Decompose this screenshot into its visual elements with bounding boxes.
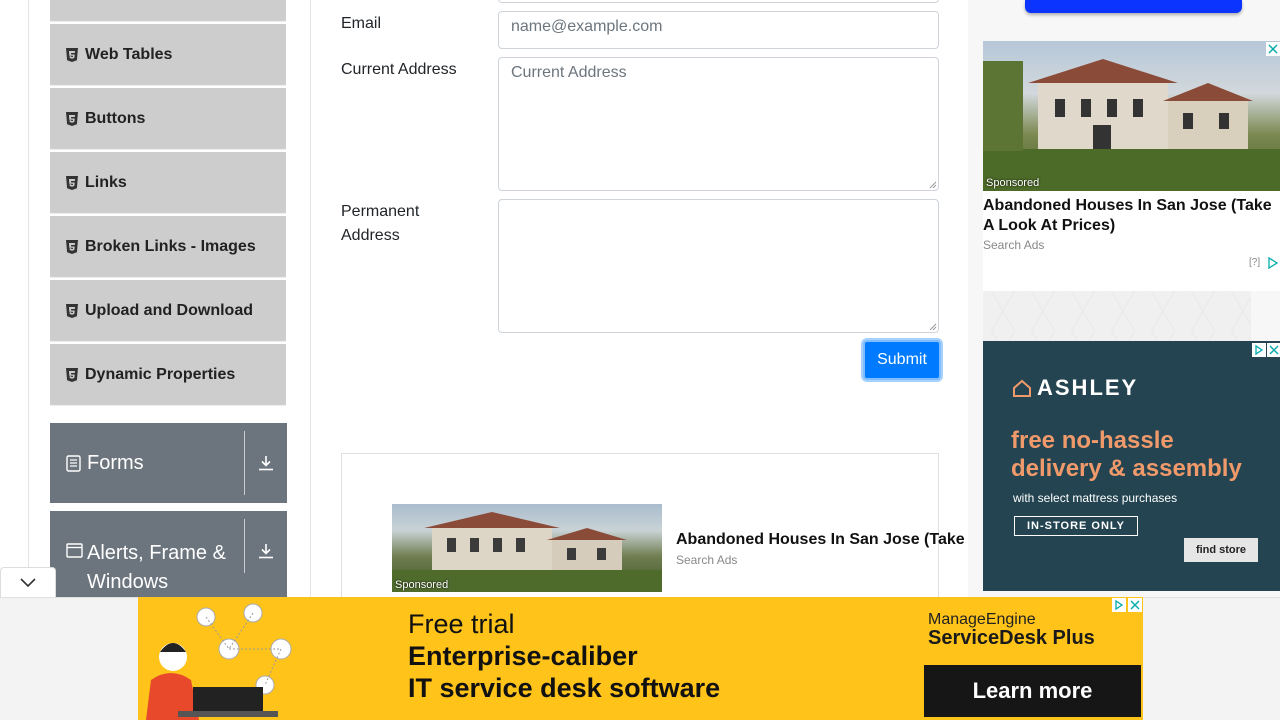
adchoices-icon[interactable]	[1267, 256, 1279, 274]
current-address-label: Current Address	[341, 61, 457, 78]
sponsored-label: Sponsored	[395, 579, 449, 591]
window-icon	[66, 543, 83, 558]
resize-handle-icon[interactable]	[929, 181, 937, 189]
ashley-subtext: with select mattress purchases	[1013, 491, 1178, 505]
sidebar-item-upload-download[interactable]: Upload and Download	[50, 280, 286, 342]
group-label: Forms	[87, 451, 144, 474]
sidebar-group-forms[interactable]: Forms	[50, 423, 287, 503]
close-icon[interactable]	[1266, 42, 1280, 56]
group-label-line2: Windows	[87, 571, 169, 593]
sidebar-item-dynamic-properties[interactable]: Dynamic Properties	[50, 344, 286, 406]
sidebar-item-label: Broken Links - Images	[85, 237, 256, 255]
sidebar-item-buttons[interactable]: Buttons	[50, 88, 286, 150]
chevron-down-icon	[20, 577, 36, 587]
side-ad-title[interactable]: Abandoned Houses In San Jose (Take A Loo…	[983, 196, 1280, 236]
resize-handle-icon[interactable]	[929, 323, 937, 331]
email-label: Email	[341, 15, 382, 32]
html5-icon	[66, 111, 78, 126]
ad-help-link[interactable]: [?]	[1249, 257, 1260, 268]
adchoices-icon[interactable]	[1112, 598, 1126, 612]
sidebar-item-links[interactable]: Links	[50, 152, 286, 214]
brand-name: ManageEngine	[928, 611, 1036, 628]
group-label-line1: Alerts, Frame &	[87, 542, 226, 564]
product-name: ServiceDesk Plus	[928, 627, 1095, 649]
permanent-address-label: Permanent Address	[341, 200, 419, 248]
find-store-button[interactable]: find store	[1184, 538, 1258, 562]
sidebar-item-label: Links	[85, 173, 127, 191]
top-ad-button[interactable]	[1025, 0, 1242, 13]
learn-more-button[interactable]: Learn more	[924, 665, 1141, 717]
email-placeholder: name@example.com	[511, 18, 663, 35]
ad-line-1: Free trial	[408, 609, 515, 639]
side-ad-image[interactable]: Sponsored	[983, 41, 1280, 191]
left-border	[28, 0, 29, 597]
sidebar-item-web-tables[interactable]: Web Tables	[50, 24, 286, 86]
ad-line-2: Enterprise-caliber	[408, 641, 638, 671]
current-address-field[interactable]: Current Address	[498, 57, 939, 191]
sponsored-label: Sponsored	[986, 177, 1040, 189]
house-illustration	[983, 59, 1280, 191]
current-address-placeholder: Current Address	[511, 64, 627, 81]
center-border	[310, 0, 311, 597]
house-outline-icon	[1013, 379, 1031, 402]
html5-icon	[66, 239, 78, 254]
permanent-address-label-line1: Permanent	[341, 203, 420, 220]
html5-icon	[66, 175, 78, 190]
ad-line-3: IT service desk software	[408, 673, 721, 703]
html5-icon	[66, 47, 78, 62]
html5-icon	[66, 367, 78, 382]
previous-field[interactable]	[498, 0, 939, 3]
ashley-ad[interactable]: ASHLEY free no-hassle delivery & assembl…	[983, 341, 1280, 591]
sidebar-item-label: Dynamic Properties	[85, 365, 236, 383]
document-icon	[66, 454, 81, 472]
permanent-address-label-line2: Address	[341, 227, 400, 244]
collapse-ad-button[interactable]	[0, 567, 56, 597]
ashley-headline: free no-hassle delivery & assembly	[1011, 427, 1242, 482]
sidebar-item-label: Web Tables	[85, 45, 173, 63]
close-icon[interactable]	[1267, 343, 1280, 357]
sidebar-item-label: Upload and Download	[85, 301, 253, 319]
sidebar-item-label: Buttons	[85, 109, 146, 127]
sidebar-group-alerts[interactable]: Alerts, Frame & Windows	[50, 511, 287, 601]
email-field[interactable]: name@example.com	[498, 11, 939, 49]
html5-icon	[66, 303, 78, 318]
adchoices-icon[interactable]	[1252, 343, 1266, 357]
inline-ad-title[interactable]: Abandoned Houses In San Jose (Take	[676, 531, 966, 549]
close-icon[interactable]	[1128, 598, 1142, 612]
pattern-divider	[983, 291, 1251, 341]
inline-ad-source: Search Ads	[676, 553, 738, 567]
download-icon[interactable]	[245, 511, 287, 601]
sidebar-item-previous[interactable]	[50, 0, 286, 22]
group-header[interactable]: Forms	[50, 423, 244, 503]
permanent-address-field[interactable]	[498, 199, 939, 333]
group-header[interactable]: Alerts, Frame & Windows	[50, 511, 244, 601]
bottom-ad-banner[interactable]: Free trial Enterprise-caliber IT service…	[138, 597, 1143, 720]
ashley-tag: IN-STORE ONLY	[1014, 516, 1138, 536]
person-laptop-illustration	[146, 603, 292, 720]
submit-button[interactable]: Submit	[863, 340, 941, 380]
ashley-logo: ASHLEY	[1037, 375, 1139, 400]
side-ad[interactable]: Sponsored Abandoned Houses In San Jose (…	[983, 41, 1280, 291]
side-ad-source: Search Ads	[983, 238, 1045, 252]
manageengine-logo: ManageEngine ServiceDesk Plus	[928, 611, 1095, 649]
download-icon[interactable]	[245, 423, 287, 503]
group-label: Alerts, Frame & Windows	[87, 539, 226, 597]
sidebar-item-broken-links[interactable]: Broken Links - Images	[50, 216, 286, 278]
inline-ad-image[interactable]: Sponsored	[392, 504, 662, 592]
